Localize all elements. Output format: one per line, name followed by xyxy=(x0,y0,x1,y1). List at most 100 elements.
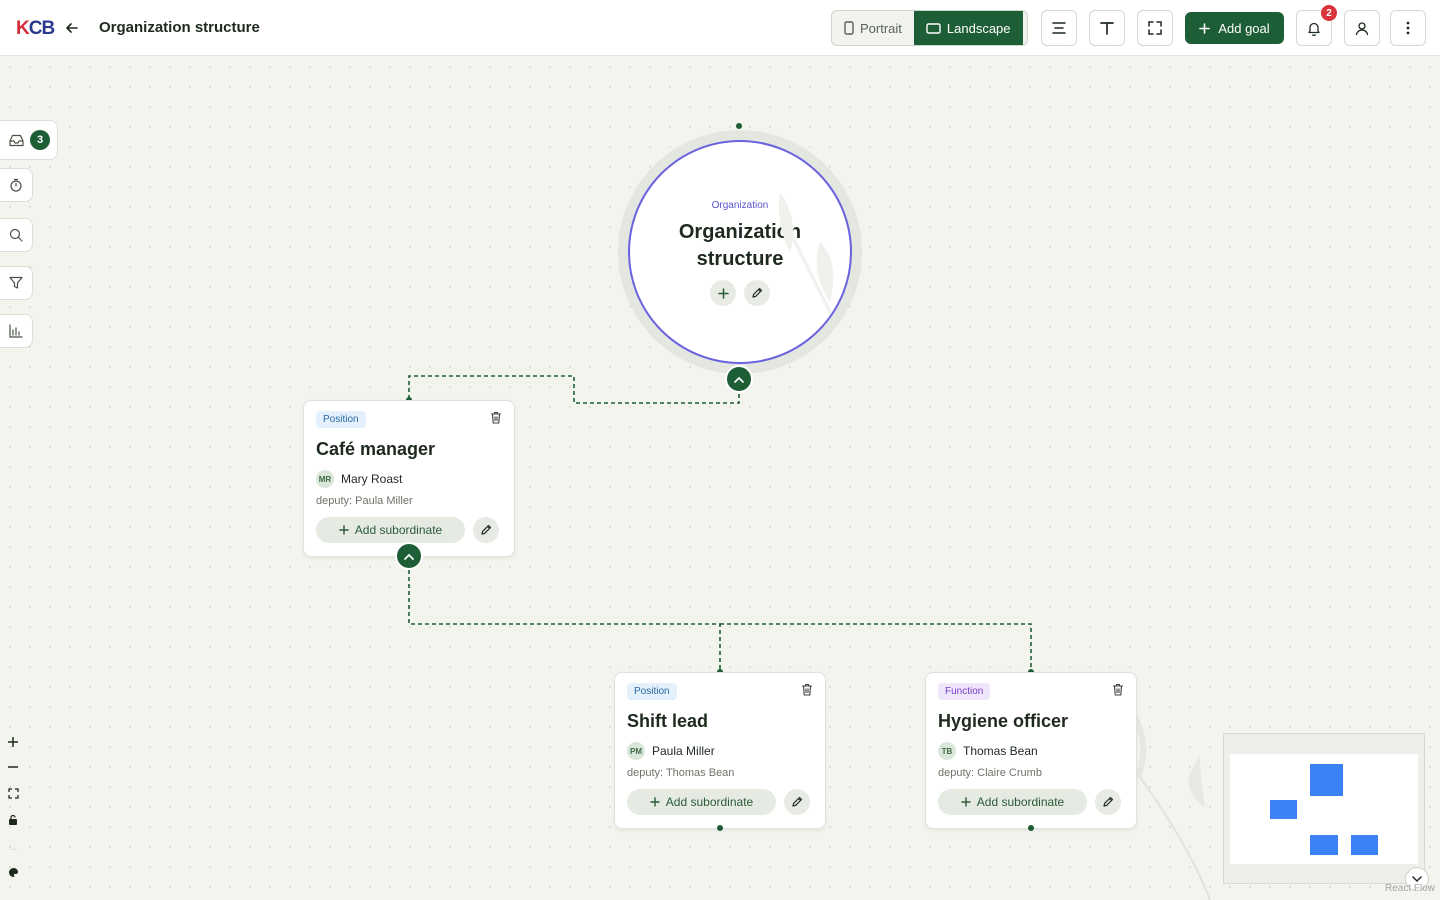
add-subordinate-button[interactable]: Add subordinate xyxy=(316,517,465,543)
node-actions: Add subordinate xyxy=(938,789,1124,815)
node-type-tag: Position xyxy=(627,683,677,700)
plus-icon xyxy=(8,737,18,747)
add-goal-label: Add goal xyxy=(1218,20,1270,36)
portrait-button[interactable]: Portrait xyxy=(832,11,914,45)
page-title: Organization structure xyxy=(99,19,260,36)
chevron-up-icon xyxy=(404,553,414,560)
back-arrow-icon xyxy=(66,23,78,33)
more-vertical-icon xyxy=(1406,21,1410,35)
fullscreen-icon xyxy=(1148,21,1162,35)
align-button[interactable] xyxy=(1041,10,1077,46)
portrait-label: Portrait xyxy=(860,20,902,36)
hygiene-officer-bottom-handle[interactable] xyxy=(1028,825,1034,831)
analytics-button[interactable] xyxy=(0,314,33,348)
fullscreen-button[interactable] xyxy=(1137,10,1173,46)
add-subordinate-button[interactable]: Add subordinate xyxy=(627,789,776,815)
add-child-button[interactable] xyxy=(710,280,736,306)
add-subordinate-label: Add subordinate xyxy=(665,795,754,809)
notifications-button[interactable]: 2 xyxy=(1296,5,1337,46)
plus-icon xyxy=(650,797,660,807)
trash-icon xyxy=(491,411,501,424)
search-icon xyxy=(9,228,23,242)
portrait-icon xyxy=(844,21,854,35)
holder-name: Mary Roast xyxy=(341,472,403,486)
moon-icon xyxy=(9,841,18,850)
edit-node-button[interactable] xyxy=(473,517,499,543)
organization-node[interactable]: Organization Organization structure xyxy=(628,140,852,364)
shift-lead-bottom-handle[interactable] xyxy=(717,825,723,831)
node-type-tag: Position xyxy=(316,411,366,428)
filter-button[interactable] xyxy=(0,266,33,300)
text-button[interactable] xyxy=(1089,10,1125,46)
minimap-node xyxy=(1310,764,1343,796)
node-hygiene-officer[interactable]: Function Hygiene officer TB Thomas Bean … xyxy=(925,672,1137,829)
landscape-label: Landscape xyxy=(946,20,1011,36)
edit-node-button[interactable] xyxy=(1095,789,1121,815)
add-subordinate-label: Add subordinate xyxy=(976,795,1065,809)
search-button[interactable] xyxy=(0,218,33,252)
plus-icon xyxy=(1199,22,1211,34)
filter-icon xyxy=(9,276,23,289)
inbox-button[interactable]: 3 xyxy=(0,120,58,160)
pencil-icon xyxy=(792,796,803,807)
delete-node-button[interactable] xyxy=(1112,683,1124,701)
more-menu-button[interactable] xyxy=(1390,10,1426,46)
minimap-node xyxy=(1270,800,1297,819)
edge-org-to-cafe-manager xyxy=(408,375,740,404)
edit-node-button[interactable] xyxy=(784,789,810,815)
add-subordinate-button[interactable]: Add subordinate xyxy=(938,789,1087,815)
pencil-icon xyxy=(752,287,763,298)
lock-button[interactable] xyxy=(0,807,26,833)
collapse-organization-button[interactable] xyxy=(725,365,753,393)
node-title: Hygiene officer xyxy=(938,711,1069,731)
node-cafe-manager[interactable]: Position Café manager MR Mary Roast depu… xyxy=(303,400,515,557)
bell-icon xyxy=(1308,22,1320,36)
add-goal-button[interactable]: Add goal xyxy=(1185,12,1284,44)
delete-node-button[interactable] xyxy=(801,683,813,701)
plus-icon xyxy=(717,287,729,299)
theme-button[interactable] xyxy=(0,859,26,885)
notification-count-badge: 2 xyxy=(1321,5,1337,21)
minimap-node xyxy=(1351,835,1378,855)
orientation-toggle: Portrait Landscape xyxy=(831,10,1028,46)
back-button[interactable] xyxy=(60,16,84,40)
node-holder: PM Paula Miller xyxy=(627,742,813,760)
zoom-in-button[interactable] xyxy=(0,729,26,755)
node-title: Shift lead xyxy=(627,711,709,731)
minimap-node xyxy=(1310,835,1338,855)
top-bar: KCB Organization structure Portrait Land… xyxy=(0,0,1440,56)
app-logo[interactable]: KCB xyxy=(16,18,55,40)
profile-button[interactable] xyxy=(1344,10,1380,46)
flow-canvas[interactable]: 3 Organization Organization structure Po… xyxy=(0,57,1440,900)
minimap[interactable] xyxy=(1223,733,1425,884)
react-flow-attribution[interactable]: React Flow xyxy=(1385,883,1435,894)
minimap-viewport xyxy=(1230,754,1418,864)
fit-view-icon xyxy=(7,787,19,799)
edit-organization-button[interactable] xyxy=(744,280,770,306)
node-type-tag: Function xyxy=(938,683,991,700)
deputy-text: deputy: Claire Crumb xyxy=(938,767,1042,779)
chevron-down-icon xyxy=(1412,875,1422,882)
holder-name: Thomas Bean xyxy=(963,744,1038,758)
edge-cafe-manager-to-hygiene-officer xyxy=(720,623,1032,672)
pencil-icon xyxy=(481,524,492,535)
inbox-count-badge: 3 xyxy=(30,130,50,150)
delete-node-button[interactable] xyxy=(490,411,502,429)
zoom-out-button[interactable] xyxy=(0,754,26,780)
node-shift-lead[interactable]: Position Shift lead PM Paula Miller depu… xyxy=(614,672,826,829)
avatar: TB xyxy=(938,742,956,760)
org-top-handle[interactable] xyxy=(736,123,742,129)
timer-button[interactable] xyxy=(0,168,33,202)
dark-mode-button[interactable] xyxy=(0,833,26,859)
timer-icon xyxy=(10,178,22,192)
lock-icon xyxy=(9,814,17,825)
node-actions: Add subordinate xyxy=(316,517,502,543)
landscape-button[interactable]: Landscape xyxy=(913,11,1023,45)
collapse-cafe-manager-button[interactable] xyxy=(395,542,423,570)
align-center-icon xyxy=(1052,22,1066,34)
fit-view-button[interactable] xyxy=(0,780,26,806)
node-actions: Add subordinate xyxy=(627,789,813,815)
trash-icon xyxy=(802,683,812,696)
inbox-icon xyxy=(9,134,24,146)
leaf-decoration xyxy=(1188,757,1205,807)
